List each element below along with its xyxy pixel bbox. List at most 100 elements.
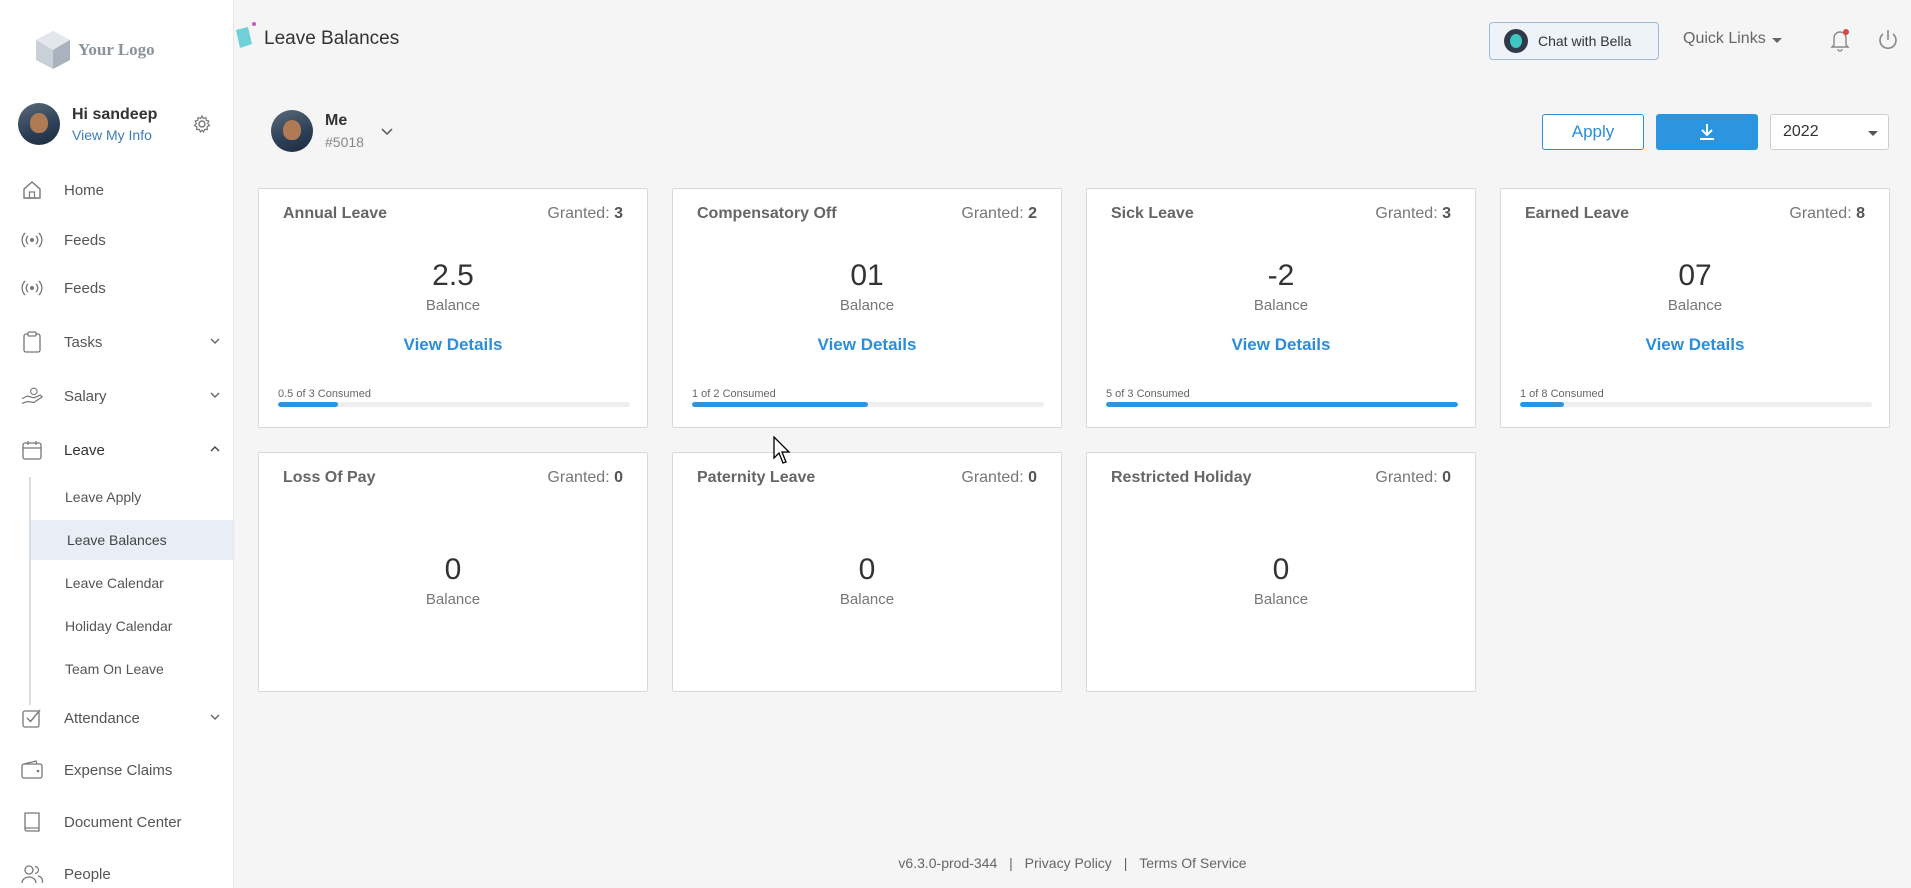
user-profile: Hi sandeep View My Info	[0, 100, 233, 148]
card-granted: Granted: 0	[547, 469, 623, 486]
people-icon	[21, 865, 44, 884]
submenu-item-leave-calendar[interactable]: Leave Calendar	[29, 563, 233, 603]
consumed-progress-bar	[692, 402, 1044, 407]
sidebar-item-label: Expense Claims	[64, 761, 173, 779]
chevron-up-icon	[210, 446, 220, 452]
sidebar-item-label: Salary	[64, 387, 107, 405]
card-granted: Granted: 8	[1789, 205, 1865, 222]
quick-links-dropdown[interactable]: Quick Links	[1683, 30, 1782, 48]
calendar-icon	[22, 441, 42, 460]
title-decoration-icon	[236, 22, 256, 48]
sidebar-item-feeds-2[interactable]: Feeds	[0, 265, 233, 311]
submenu-item-holiday-calendar[interactable]: Holiday Calendar	[29, 606, 233, 646]
consumed-text: 1 of 2 Consumed	[692, 388, 776, 400]
broadcast-icon	[21, 232, 43, 248]
year-select-value: 2022	[1783, 123, 1819, 140]
view-details-link[interactable]: View Details	[673, 335, 1061, 355]
consumed-progress-bar	[1106, 402, 1458, 407]
sidebar-item-label: People	[64, 865, 111, 883]
download-icon	[1700, 124, 1714, 140]
sidebar-item-document-center[interactable]: Document Center	[0, 799, 233, 845]
quick-links-label: Quick Links	[1683, 30, 1766, 47]
home-icon	[23, 181, 41, 199]
view-my-info-link[interactable]: View My Info	[72, 127, 157, 143]
logo-hexagon-icon	[36, 31, 70, 69]
leave-card-loss-of-pay: Loss Of Pay Granted: 0 0 Balance	[258, 452, 648, 692]
view-details-link[interactable]: View Details	[1087, 335, 1475, 355]
chat-button-label: Chat with Bella	[1538, 33, 1632, 49]
leave-card-compensatory-off: Compensatory Off Granted: 2 01 Balance V…	[672, 188, 1062, 428]
card-granted: Granted: 2	[961, 205, 1037, 222]
card-title: Compensatory Off	[697, 205, 837, 222]
leave-card-restricted-holiday: Restricted Holiday Granted: 0 0 Balance	[1086, 452, 1476, 692]
card-title: Restricted Holiday	[1111, 469, 1252, 486]
card-title: Loss Of Pay	[283, 469, 376, 486]
card-balance-value: 07	[1678, 259, 1712, 292]
card-balance-label: Balance	[1253, 591, 1309, 608]
card-balance-value: 2.5	[432, 259, 474, 292]
employee-avatar	[271, 110, 313, 152]
card-granted: Granted: 3	[547, 205, 623, 222]
clipboard-icon	[23, 331, 41, 353]
chevron-down-icon	[210, 338, 220, 344]
bell-icon[interactable]	[1829, 28, 1851, 52]
card-granted: Granted: 0	[961, 469, 1037, 486]
sidebar-item-tasks[interactable]: Tasks	[0, 319, 233, 365]
sidebar: Your Logo Hi sandeep View My Info Home F…	[0, 0, 234, 888]
submenu-item-leave-apply[interactable]: Leave Apply	[29, 477, 233, 517]
card-title: Earned Leave	[1525, 205, 1630, 222]
submenu-item-team-on-leave[interactable]: Team On Leave	[29, 649, 233, 689]
mouse-cursor-icon	[773, 436, 791, 464]
chevron-down-icon	[210, 392, 220, 398]
page-title: Leave Balances	[264, 28, 400, 49]
sidebar-item-salary[interactable]: Salary	[0, 373, 233, 419]
caret-down-icon	[1771, 37, 1782, 43]
sidebar-item-attendance[interactable]: Attendance	[0, 695, 233, 741]
card-title: Annual Leave	[283, 205, 388, 222]
privacy-policy-link[interactable]: Privacy Policy	[1025, 855, 1112, 871]
sidebar-item-feeds[interactable]: Feeds	[0, 217, 233, 263]
sidebar-item-label: Feeds	[64, 279, 106, 297]
consumed-text: 5 of 3 Consumed	[1106, 388, 1190, 400]
gear-icon[interactable]	[192, 114, 212, 134]
sidebar-item-leave[interactable]: Leave	[0, 427, 233, 473]
power-icon[interactable]	[1876, 28, 1900, 52]
view-details-link[interactable]: View Details	[259, 335, 647, 355]
chat-with-bella-button[interactable]: Chat with Bella	[1489, 22, 1659, 60]
card-balance-label: Balance	[1253, 297, 1309, 314]
sidebar-item-label: Leave	[64, 441, 105, 459]
avatar[interactable]	[18, 103, 60, 145]
bella-avatar-icon	[1504, 29, 1528, 53]
card-balance-label: Balance	[839, 591, 895, 608]
leave-card-earned-leave: Earned Leave Granted: 8 07 Balance View …	[1500, 188, 1890, 428]
terms-of-service-link[interactable]: Terms Of Service	[1139, 855, 1246, 871]
view-details-link[interactable]: View Details	[1501, 335, 1889, 355]
sidebar-item-label: Attendance	[64, 709, 140, 727]
logo[interactable]: Your Logo	[0, 0, 233, 100]
year-select[interactable]: 2022	[1770, 114, 1889, 150]
sidebar-item-label: Tasks	[64, 333, 103, 351]
consumed-text: 1 of 8 Consumed	[1520, 388, 1604, 400]
sidebar-item-people[interactable]: People	[0, 851, 233, 888]
submenu-item-leave-balances[interactable]: Leave Balances	[29, 520, 233, 560]
top-header: Leave Balances Chat with Bella Quick Lin…	[234, 0, 1911, 80]
card-balance-value: -2	[1267, 259, 1295, 292]
sidebar-item-home[interactable]: Home	[0, 167, 233, 213]
card-granted: Granted: 3	[1375, 205, 1451, 222]
apply-button[interactable]: Apply	[1542, 114, 1644, 150]
card-balance-value: 0	[1272, 553, 1290, 586]
checkbox-icon	[22, 709, 41, 728]
consumed-progress-bar	[1520, 402, 1872, 407]
leave-card-paternity-leave: Paternity Leave Granted: 0 0 Balance	[672, 452, 1062, 692]
download-button[interactable]	[1656, 114, 1758, 150]
footer-separator: |	[1123, 855, 1128, 871]
broadcast-icon	[21, 280, 43, 296]
hand-money-icon	[21, 387, 44, 404]
card-title: Paternity Leave	[697, 469, 816, 486]
sidebar-item-expense-claims[interactable]: Expense Claims	[0, 747, 233, 793]
card-balance-label: Balance	[425, 297, 481, 314]
employee-selector[interactable]: Me #5018	[271, 110, 394, 152]
sidebar-item-label: Document Center	[64, 813, 182, 831]
chevron-down-icon	[210, 714, 220, 720]
leave-card-sick-leave: Sick Leave Granted: 3 -2 Balance View De…	[1086, 188, 1476, 428]
